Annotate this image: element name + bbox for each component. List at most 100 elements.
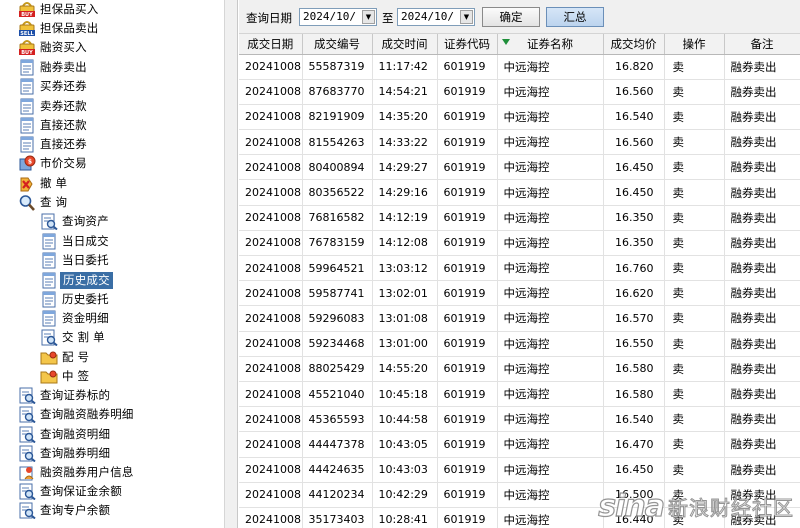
table-row[interactable]: 20241008 80356522 14:29:16 601919 中远海控 16.450…	[239, 179, 800, 206]
trade-time-cell: 14:12:08	[372, 230, 438, 257]
chevron-down-icon[interactable]: ▼	[362, 10, 375, 24]
table-row[interactable]: 20241008 87683770 14:54:21 601919 中远海控 16.560…	[239, 79, 800, 105]
tree-item[interactable]: BUY 担保品买入	[18, 0, 101, 19]
table-row[interactable]: 20241008 82191909 14:35:20 601919 中远海控 16.540…	[239, 104, 800, 131]
query-document-icon	[18, 406, 36, 423]
sell-icon: SELL	[18, 20, 36, 37]
query-document-icon	[18, 502, 36, 519]
remark-cell: 融券卖出	[724, 482, 800, 508]
tree-item-label: 直接还券	[40, 137, 87, 151]
tree-scrollbar[interactable]	[224, 0, 238, 528]
magnifier-icon	[18, 194, 36, 211]
trade-time-cell: 13:03:12	[372, 255, 438, 282]
tree-item[interactable]: 中 签	[40, 367, 91, 386]
confirm-button[interactable]: 确定	[482, 7, 540, 27]
tree-item[interactable]: 买券还券	[18, 77, 89, 96]
security-name-cell: 中远海控	[497, 230, 604, 257]
tree-item-label: 卖券还款	[40, 99, 87, 113]
table-header-row: 成交日期 成交编号 成交时间 证券代码 证券名称 成交均价 操作 备注	[239, 34, 800, 55]
tree-item[interactable]: 直接还券	[18, 135, 89, 154]
trade-no-cell: 80356522	[302, 179, 373, 206]
column-header-security-code[interactable]: 证券代码	[437, 34, 498, 55]
column-header-avg-price[interactable]: 成交均价	[603, 34, 665, 55]
security-name-cell: 中远海控	[497, 482, 604, 508]
tree-item[interactable]: 查询融券明细	[18, 444, 112, 463]
table-row[interactable]: 20241008 76816582 14:12:19 601919 中远海控 16.350…	[239, 205, 800, 231]
table-row[interactable]: 20241008 88025429 14:55:20 601919 中远海控 16.580…	[239, 356, 800, 382]
security-name-cell: 中远海控	[497, 381, 604, 408]
column-header-remark[interactable]: 备注	[724, 34, 800, 55]
table-row[interactable]: 20241008 45521040 10:45:18 601919 中远海控 16.580…	[239, 381, 800, 408]
avg-price-cell: 16.820	[603, 54, 665, 80]
tree-item[interactable]: 查询证券标的	[18, 386, 112, 405]
operation-cell: 卖	[664, 507, 725, 528]
tree-item-label: 查询融资融券明细	[40, 407, 134, 421]
tree-item[interactable]: 查 询	[18, 193, 69, 212]
table-row[interactable]: 20241008 76783159 14:12:08 601919 中远海控 16.350…	[239, 230, 800, 257]
tree-item[interactable]: 配 号	[40, 348, 91, 367]
tree-item-label: 查 询	[40, 195, 68, 209]
navigation-tree: BUY 担保品买入 SELL 担保品卖出 BUY 融资买入 融券卖出 买券还券卖券还款直接还款…	[0, 0, 224, 528]
table-row[interactable]: 20241008 59587741 13:02:01 601919 中远海控 16.620…	[239, 280, 800, 307]
history-trades-grid: 成交日期 成交编号 成交时间 证券代码 证券名称 成交均价 操作 备注 20241008 555…	[239, 34, 800, 528]
tree-item[interactable]: BUY 融资买入	[18, 38, 89, 57]
tree-item[interactable]: 查询资产	[40, 212, 111, 231]
security-code-cell: 601919	[437, 457, 498, 483]
tree-item[interactable]: 交 割 单	[40, 328, 107, 347]
tree-item[interactable]: 卖券还款	[18, 97, 89, 116]
table-row[interactable]: 20241008 44447378 10:43:05 601919 中远海控 16.470…	[239, 431, 800, 458]
operation-cell: 卖	[664, 381, 725, 408]
trade-date-cell: 20241008	[239, 104, 303, 131]
avg-price-cell: 16.540	[603, 406, 665, 433]
trade-time-cell: 10:45:18	[372, 381, 438, 408]
date-range-separator: 至	[382, 11, 394, 25]
tree-item[interactable]: 历史委托	[40, 290, 111, 309]
table-row[interactable]: 20241008 80400894 14:29:27 601919 中远海控 16.450…	[239, 154, 800, 181]
column-header-trade-time[interactable]: 成交时间	[372, 34, 438, 55]
remark-cell: 融券卖出	[724, 104, 800, 131]
table-row[interactable]: 20241008 81554263 14:33:22 601919 中远海控 16.560…	[239, 129, 800, 156]
table-row[interactable]: 20241008 35173403 10:28:41 601919 中远海控 16.440…	[239, 507, 800, 528]
tree-item[interactable]: SELL 担保品卖出	[18, 19, 101, 38]
tree-item[interactable]: $ 市价交易	[18, 154, 89, 173]
avg-price-cell: 16.450	[603, 457, 665, 483]
end-date-picker[interactable]: 2024/10/ 8 ▼	[397, 8, 475, 26]
chevron-down-icon[interactable]: ▼	[460, 10, 473, 24]
tree-item[interactable]: 当日成交	[40, 232, 111, 251]
column-header-operation[interactable]: 操作	[664, 34, 725, 55]
operation-cell: 卖	[664, 54, 725, 80]
table-row[interactable]: 20241008 59234468 13:01:00 601919 中远海控 16.550…	[239, 331, 800, 357]
tree-item[interactable]: 查询保证金余额	[18, 482, 124, 501]
tree-item[interactable]: 撤 单	[18, 174, 69, 193]
tree-item[interactable]: 查询专户余额	[18, 501, 112, 520]
tree-item[interactable]: 融券卖出	[18, 58, 89, 77]
tree-item[interactable]: 当日委托	[40, 251, 111, 270]
security-name-cell: 中远海控	[497, 507, 604, 528]
tree-item[interactable]: 查询融资明细	[18, 425, 112, 444]
tree-item[interactable]: 历史成交	[40, 271, 113, 290]
trade-no-cell: 35173403	[302, 507, 373, 528]
start-date-picker[interactable]: 2024/10/ 8 ▼	[299, 8, 377, 26]
tree-item[interactable]: 查询融资融券明细	[18, 405, 136, 424]
tree-item[interactable]: 直接还款	[18, 116, 89, 135]
trade-time-cell: 13:02:01	[372, 280, 438, 307]
summary-button[interactable]: 汇总	[546, 7, 604, 27]
column-header-trade-date[interactable]: 成交日期	[239, 34, 303, 55]
table-row[interactable]: 20241008 59964521 13:03:12 601919 中远海控 16.760…	[239, 255, 800, 282]
query-document-icon	[18, 483, 36, 500]
tree-item[interactable]: 融资融券用户信息	[18, 463, 136, 482]
avg-price-cell: 16.560	[603, 79, 665, 105]
trade-date-cell: 20241008	[239, 507, 303, 528]
column-header-trade-no[interactable]: 成交编号	[302, 34, 373, 55]
column-header-security-name[interactable]: 证券名称	[497, 34, 604, 55]
security-code-cell: 601919	[437, 305, 498, 332]
tree-item[interactable]: 资金明细	[40, 309, 111, 328]
query-document-icon	[18, 387, 36, 404]
table-row[interactable]: 20241008 44120234 10:42:29 601919 中远海控 16.500…	[239, 482, 800, 508]
table-row[interactable]: 20241008 55587319 11:17:42 601919 中远海控 16.820…	[239, 54, 800, 80]
tree-item-label: 查询专户余额	[40, 503, 111, 517]
table-row[interactable]: 20241008 59296083 13:01:08 601919 中远海控 16.570…	[239, 305, 800, 332]
table-row[interactable]: 20241008 45365593 10:44:58 601919 中远海控 16.540…	[239, 406, 800, 433]
remark-cell: 融券卖出	[724, 406, 800, 433]
table-row[interactable]: 20241008 44424635 10:43:03 601919 中远海控 16.450…	[239, 457, 800, 483]
